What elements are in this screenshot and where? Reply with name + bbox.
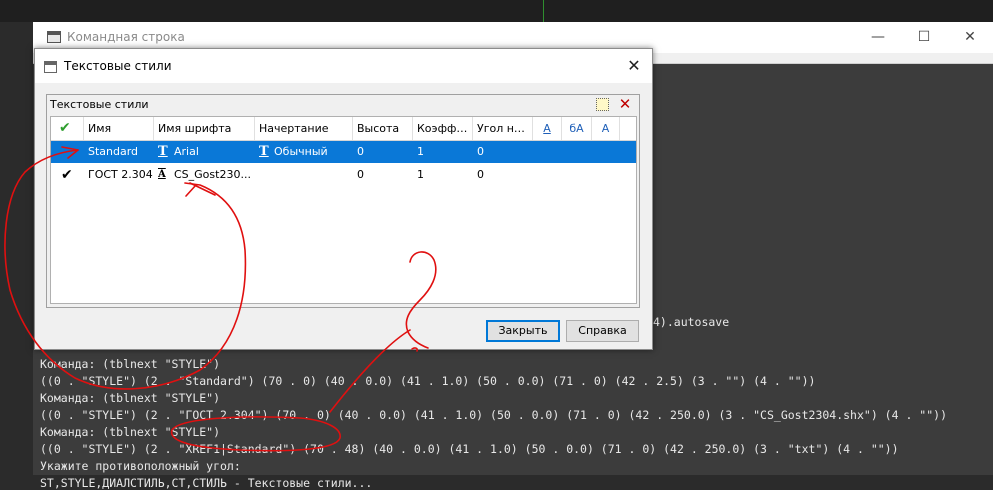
output-line: Укажите противоположный угол: <box>40 459 241 473</box>
new-style-icon[interactable] <box>596 98 609 111</box>
axis-line <box>543 0 544 22</box>
output-line: ((0 . "STYLE") (2 . "ГОСТ 2.304") (70 . … <box>40 408 947 422</box>
vertical-icon[interactable]: A <box>592 117 620 140</box>
row-current-check-icon: ✔ <box>61 167 73 183</box>
dialog-close-icon[interactable]: ✕ <box>623 55 645 77</box>
column-oblique-angle[interactable]: Угол н… <box>473 117 533 140</box>
background-strip <box>0 0 993 22</box>
row-height: 0 <box>357 145 364 158</box>
column-height[interactable]: Высота <box>353 117 413 140</box>
row-width-factor: 1 <box>417 145 424 158</box>
truetype-font-icon: T <box>158 144 168 159</box>
truetype-style-icon: T <box>259 144 269 159</box>
column-name[interactable]: Имя <box>84 117 154 140</box>
header-current-check-icon[interactable]: ✔ <box>51 117 84 140</box>
row-font-name: Arial <box>174 145 199 158</box>
row-oblique-angle: 0 <box>477 145 484 158</box>
column-width-factor[interactable]: Коэфф… <box>413 117 473 140</box>
maximize-button[interactable]: ☐ <box>901 22 947 53</box>
styles-table: ✔ Имя Имя шрифта Начертание Высота Коэфф… <box>50 116 637 304</box>
row-typeface: Обычный <box>274 145 328 158</box>
column-typeface[interactable]: Начертание <box>255 117 353 140</box>
close-button[interactable]: ✕ <box>947 22 993 53</box>
row-font-name: CS_Gost230... <box>174 168 251 181</box>
delete-style-icon[interactable]: ✕ <box>616 95 634 113</box>
table-row[interactable]: Standard T Arial T Обычный 0 1 0 <box>51 141 636 163</box>
panel-title: Текстовые стили <box>50 98 149 111</box>
row-name: Standard <box>88 145 139 158</box>
command-window-title: Командная строка <box>67 30 185 44</box>
window-app-icon <box>47 31 61 43</box>
output-line: ((0 . "STYLE") (2 . "Standard") (70 . 0)… <box>40 374 816 388</box>
row-oblique-angle: 0 <box>477 168 484 181</box>
upside-down-icon[interactable]: A <box>533 117 562 140</box>
output-line: ((0 . "STYLE") (2 . "XREF1|Standard") (7… <box>40 442 899 456</box>
dialog-window-icon <box>44 61 57 73</box>
table-row[interactable]: ✔ ГОСТ 2.304 A CS_Gost230... 0 1 0 <box>51 164 636 186</box>
dialog-title: Текстовые стили <box>64 59 172 73</box>
column-font-name[interactable]: Имя шрифта <box>154 117 255 140</box>
output-line: Команда: (tblnext "STYLE") <box>40 425 221 439</box>
row-width-factor: 1 <box>417 168 424 181</box>
minimize-button[interactable]: — <box>855 22 901 53</box>
table-header: ✔ Имя Имя шрифта Начертание Высота Коэфф… <box>51 117 636 141</box>
output-line: 4).autosave <box>653 315 730 329</box>
text-styles-dialog: Текстовые стили ✕ Текстовые стили ✕ ✔ Им… <box>34 48 653 350</box>
output-line: ST,STYLE,ДИАЛСТИЛЬ,СТ,СТИЛЬ - Текстовые … <box>40 476 373 490</box>
help-button[interactable]: Справка <box>566 320 639 342</box>
dialog-titlebar[interactable]: Текстовые стили ✕ <box>35 49 652 83</box>
row-height: 0 <box>357 168 364 181</box>
styles-panel: Текстовые стили ✕ ✔ Имя Имя шрифта Начер… <box>46 94 640 308</box>
shx-font-icon: A <box>158 169 166 180</box>
output-line: Команда: (tblnext "STYLE") <box>40 357 221 371</box>
close-dialog-button[interactable]: Закрыть <box>486 320 560 342</box>
output-line: Команда: (tblnext "STYLE") <box>40 391 221 405</box>
backwards-icon[interactable]: бA <box>562 117 592 140</box>
row-name: ГОСТ 2.304 <box>88 168 153 181</box>
